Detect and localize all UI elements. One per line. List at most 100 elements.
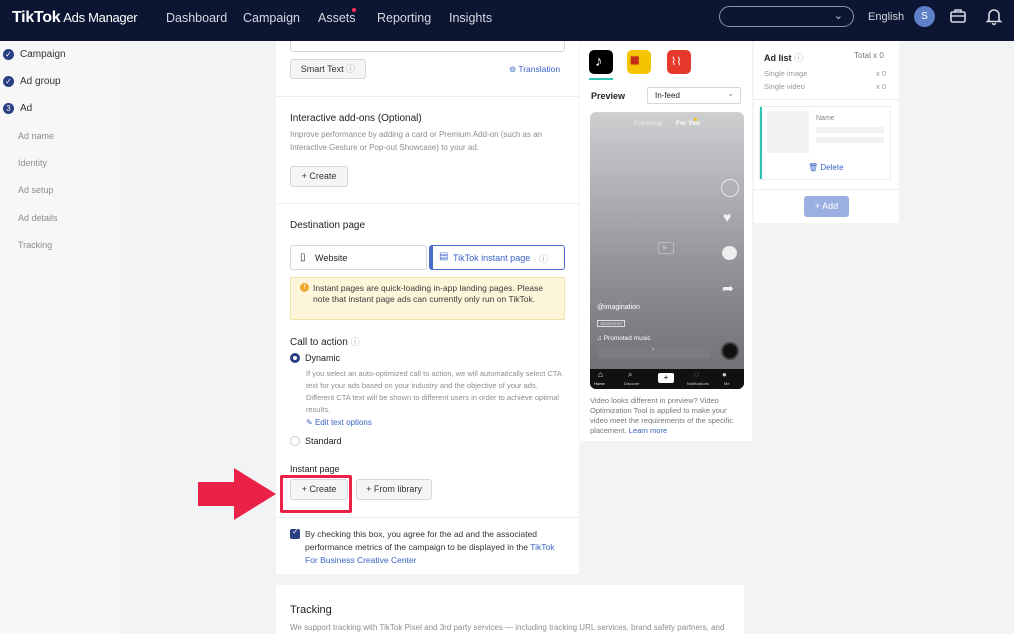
placement-select[interactable]: In-feed ⌄ <box>647 87 741 104</box>
pangle-app-icon[interactable]: ▦ <box>627 50 651 74</box>
check-icon: ✓ <box>3 76 14 87</box>
destination-page-title: Destination page <box>290 220 366 231</box>
section-divider <box>754 99 899 100</box>
app-grid-icon: ▦ <box>630 55 640 66</box>
website-option[interactable]: ▯ Website <box>290 245 427 270</box>
delete-ad-link[interactable]: 🗑 Delete <box>808 163 844 172</box>
chevron-right-icon: › <box>652 346 655 353</box>
phone-preview: Following For You ▸ ♥ ➦ @imagination Spo… <box>590 112 744 389</box>
single-image-count: x 0 <box>876 69 887 78</box>
ad-name-placeholder <box>816 137 884 143</box>
step-sidebar <box>0 41 120 634</box>
heart-icon: ♥ <box>723 209 732 225</box>
pencil-icon: ✎ <box>306 418 313 427</box>
step-number-badge: 3 <box>3 103 14 114</box>
interactive-addons-desc: Improve performance by adding a card or … <box>290 130 543 152</box>
section-divider <box>276 517 579 518</box>
smart-text-button[interactable]: Smart Text ⓘ <box>290 59 366 79</box>
substep-ad-name[interactable]: Ad name <box>18 131 54 141</box>
standard-label: Standard <box>305 436 342 446</box>
substep-identity[interactable]: Identity <box>18 158 47 168</box>
learn-more-link[interactable]: Learn more <box>629 426 667 435</box>
ad-item-card[interactable]: Name 🗑 Delete <box>760 107 890 179</box>
help-icon: ⓘ <box>794 53 804 63</box>
step-ad-group[interactable]: ✓ Ad group <box>3 76 61 87</box>
avatar[interactable]: S <box>914 6 935 27</box>
news-app-icon[interactable]: ⌇⌇ <box>667 50 691 74</box>
dynamic-label: Dynamic <box>305 353 341 363</box>
interactive-addons-title: Interactive add-ons (Optional) <box>290 113 422 124</box>
chevron-down-icon: ⌄ <box>727 89 734 98</box>
me-icon: ● <box>722 370 727 379</box>
instant-page-title: Instant page <box>290 464 340 474</box>
nav-dashboard[interactable]: Dashboard <box>166 11 227 25</box>
bell-icon[interactable] <box>984 6 1004 26</box>
top-nav-bar: TikTok Ads Manager Dashboard Campaign Ass… <box>0 0 1014 41</box>
nav-campaign[interactable]: Campaign <box>243 11 300 25</box>
video-username: @imagination <box>597 304 640 311</box>
substep-ad-details[interactable]: Ad details <box>18 213 58 223</box>
help-icon: ⓘ <box>350 337 360 347</box>
step-ad[interactable]: 3 Ad <box>3 103 32 114</box>
nav-label-notifications: Notifications <box>687 381 709 386</box>
ad-thumbnail <box>767 111 809 153</box>
nav-label-me: Me <box>724 381 730 386</box>
preview-label: Preview <box>591 91 626 101</box>
nav-assets[interactable]: Assets <box>318 11 356 25</box>
video-placeholder-icon: ▸ <box>658 242 674 254</box>
dynamic-desc: If you select an auto-optimized call to … <box>306 369 562 414</box>
sponsored-tag: Sponsored <box>597 320 625 327</box>
substep-ad-setup[interactable]: Ad setup <box>18 185 54 195</box>
share-icon: ➦ <box>722 280 734 296</box>
home-icon: ⌂ <box>598 370 603 379</box>
highlight-box <box>280 475 352 513</box>
add-ad-button[interactable]: + Add <box>804 196 849 217</box>
check-icon: ✓ <box>3 49 14 60</box>
wave-icon: ⌇⌇ <box>671 56 682 68</box>
trash-icon: 🗑 <box>808 163 819 172</box>
assets-notification-dot <box>352 8 356 12</box>
discover-icon: ⌕ <box>628 370 633 379</box>
nav-reporting[interactable]: Reporting <box>377 11 431 25</box>
section-divider <box>276 96 579 97</box>
standard-radio[interactable] <box>290 436 300 446</box>
edit-text-options-link[interactable]: ✎ Edit text options <box>306 418 372 427</box>
ad-list-total: Total x 0 <box>854 51 884 60</box>
language-selector[interactable]: English <box>868 11 904 23</box>
briefcase-icon[interactable] <box>948 6 968 26</box>
section-divider <box>276 203 579 204</box>
instant-page-option[interactable]: ▤ TikTok instant page ⓘ <box>429 245 565 270</box>
tracking-desc: We support tracking with TikTok Pixel an… <box>290 623 725 632</box>
consent-text: By checking this box, you agree for the … <box>305 529 555 565</box>
tiktok-app-icon[interactable]: ♪ <box>589 50 613 74</box>
nav-label-discover: Discover <box>624 381 640 386</box>
translation-link[interactable]: ⊚ Translation <box>509 64 560 75</box>
step-campaign[interactable]: ✓ Campaign <box>3 49 66 60</box>
create-plus-icon: + <box>658 373 674 383</box>
tracking-title: Tracking <box>290 604 332 616</box>
nav-insights[interactable]: Insights <box>449 11 492 25</box>
phone-bottom-nav: ⌂ ⌕ + ◌ ● Home Discover Notifications Me <box>590 369 744 389</box>
check-icon: ✓ <box>292 527 299 536</box>
profile-avatar-icon <box>721 179 739 197</box>
tiktok-ads-logo[interactable]: TikTok Ads Manager <box>12 9 138 27</box>
arrow-right-icon <box>198 468 276 520</box>
account-selector[interactable]: ⌄ <box>719 6 854 27</box>
from-library-button[interactable]: + From library <box>356 479 432 500</box>
help-icon: ⓘ <box>539 254 549 264</box>
substep-tracking[interactable]: Tracking <box>18 240 52 250</box>
instant-page-info-box: ! Instant pages are quick-loading in-app… <box>290 277 565 320</box>
inbox-icon: ◌ <box>694 370 699 379</box>
text-input-bottom[interactable] <box>290 41 565 52</box>
music-icon: ♫ <box>597 335 602 342</box>
preview-note: Video looks different in preview? Video … <box>590 396 733 435</box>
ad-item-name-label: Name <box>816 115 835 122</box>
dynamic-radio[interactable] <box>290 353 300 363</box>
help-icon: ⓘ <box>346 64 356 74</box>
nav-label-home: Home <box>594 381 605 386</box>
phone-icon: ▯ <box>300 252 306 263</box>
cta-bar: › <box>597 346 711 358</box>
tiktok-note-icon: ♪ <box>595 53 603 70</box>
interactive-create-button[interactable]: + Create <box>290 166 348 187</box>
single-video-count: x 0 <box>876 82 887 91</box>
